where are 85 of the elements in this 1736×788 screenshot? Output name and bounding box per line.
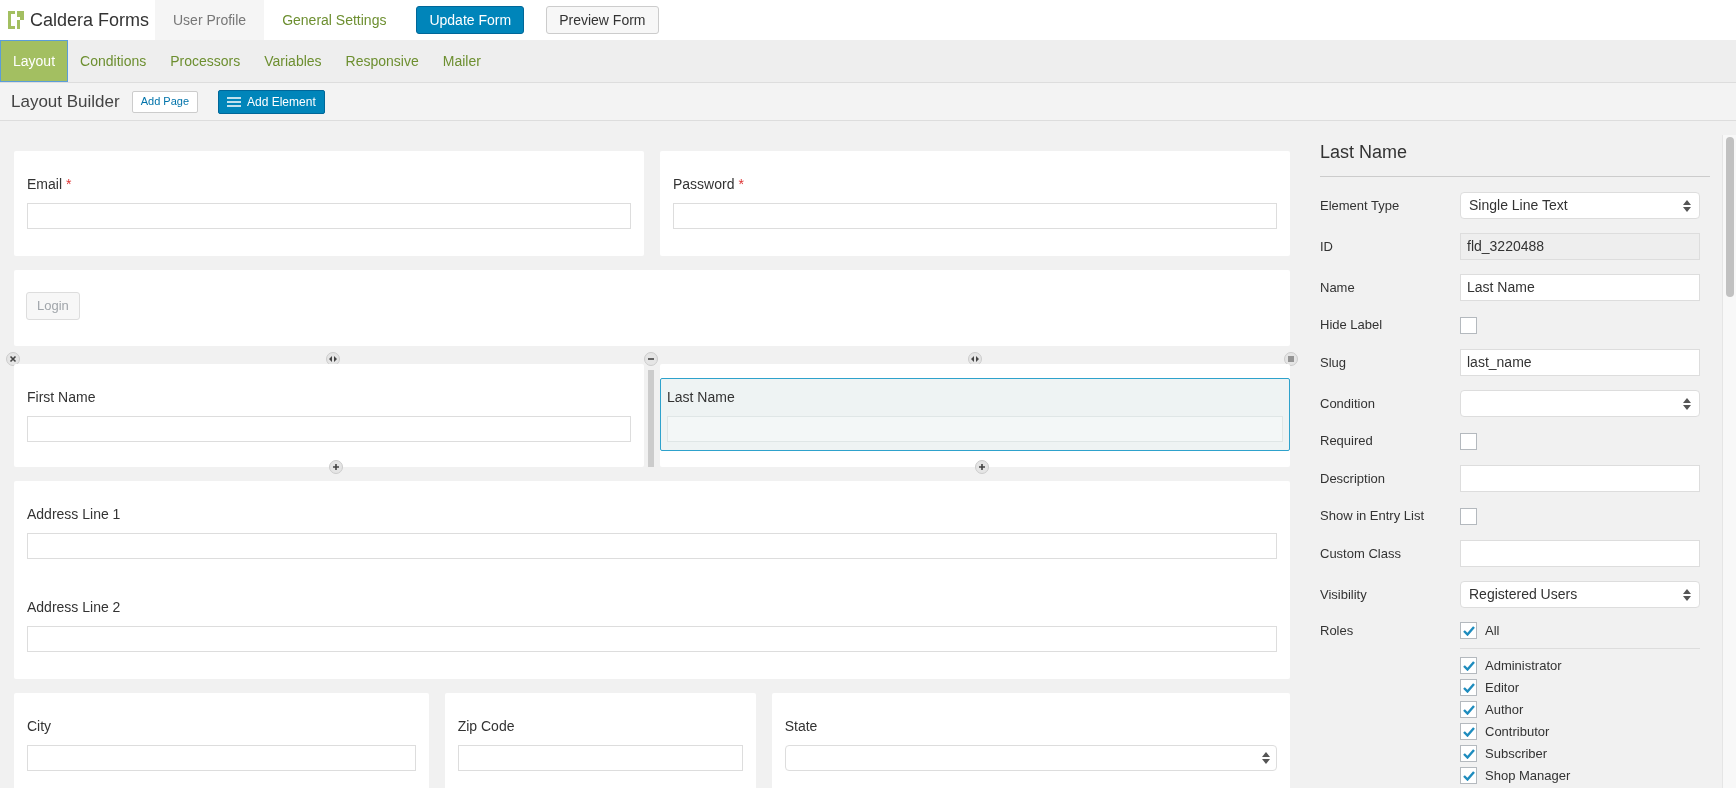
- field-label: Last Name: [667, 389, 735, 405]
- field-label: Address Line 1: [27, 506, 121, 522]
- input-field[interactable]: [1460, 465, 1700, 492]
- checkbox-label: Administrator: [1485, 656, 1562, 675]
- required-mark: *: [66, 176, 72, 192]
- setting-label: ID: [1320, 237, 1334, 256]
- remove-column-icon[interactable]: [644, 352, 658, 366]
- select-field[interactable]: [784, 745, 1277, 771]
- field-label: Address Line 2: [27, 599, 121, 615]
- panel-title: Last Name: [1320, 139, 1710, 177]
- preview-button[interactable]: Preview Form: [546, 6, 659, 34]
- id-field: fld_3220488: [1460, 233, 1700, 260]
- input-field[interactable]: [673, 203, 1277, 229]
- select-arrows-icon: [1683, 397, 1691, 410]
- checkbox[interactable]: [1460, 679, 1477, 696]
- input-field[interactable]: [1460, 540, 1700, 567]
- checkbox-label: Shop Manager: [1485, 766, 1571, 785]
- checkbox-label: Author: [1485, 700, 1524, 719]
- checkmark-icon: [1462, 625, 1475, 636]
- field-label: Password: [673, 176, 735, 192]
- checkbox[interactable]: [1460, 745, 1477, 762]
- setting-label: Roles: [1320, 622, 1355, 640]
- checkbox[interactable]: [1460, 316, 1477, 334]
- add-field-icon[interactable]: [975, 460, 989, 474]
- checkbox[interactable]: [1460, 432, 1477, 450]
- add-page-button[interactable]: Add Page: [131, 90, 198, 113]
- setting-label: Show in Entry List: [1320, 507, 1426, 526]
- input-field[interactable]: [27, 626, 1277, 652]
- setting-label: Element Type: [1320, 196, 1401, 215]
- setting-label: Name: [1320, 278, 1356, 297]
- setting-label: Hide Label: [1320, 316, 1384, 335]
- field-card[interactable]: Last Name: [660, 378, 1290, 451]
- setting-label: Condition: [1320, 394, 1376, 413]
- checkbox-label: All: [1485, 622, 1500, 640]
- builder-title: Layout Builder: [11, 90, 120, 113]
- select-arrows-icon: [1683, 199, 1691, 212]
- select-arrows-icon: [1262, 752, 1270, 764]
- checkbox[interactable]: [1460, 701, 1477, 718]
- field-label: Email: [27, 176, 62, 192]
- scrollbar-thumb[interactable]: [1725, 137, 1734, 297]
- input-field[interactable]: [27, 203, 631, 229]
- checkbox[interactable]: [1460, 507, 1477, 525]
- select-field[interactable]: [1460, 390, 1700, 417]
- checkbox-label: Subscriber: [1485, 744, 1548, 763]
- setting-label: Slug: [1320, 353, 1348, 372]
- checkbox[interactable]: [1460, 767, 1477, 784]
- setting-label: Required: [1320, 432, 1374, 451]
- checkmark-icon: [1462, 726, 1475, 737]
- input-field[interactable]: last_name: [1460, 349, 1700, 376]
- add-field-icon[interactable]: [329, 460, 343, 474]
- select-field[interactable]: Registered Users: [1460, 581, 1700, 608]
- nav-tab[interactable]: User Profile: [155, 0, 265, 40]
- remove-row-icon[interactable]: [6, 352, 20, 366]
- update-button[interactable]: Update Form: [416, 6, 525, 34]
- checkbox[interactable]: [1460, 622, 1477, 640]
- checkmark-icon: [1462, 704, 1475, 715]
- checkbox-label: Contributor: [1485, 722, 1550, 741]
- select-field[interactable]: Single Line Text: [1460, 192, 1700, 219]
- checkmark-icon: [1462, 682, 1475, 693]
- field-label: City: [27, 718, 52, 734]
- logo-icon: [8, 11, 24, 29]
- select-arrows-icon: [1683, 588, 1691, 601]
- input-field[interactable]: [457, 745, 743, 771]
- input-field[interactable]: Last Name: [1460, 274, 1700, 301]
- checkmark-icon: [1462, 748, 1475, 759]
- required-mark: *: [738, 176, 744, 192]
- checkmark-icon: [1462, 770, 1475, 781]
- field-label: State: [784, 718, 818, 734]
- checkmark-icon: [1462, 660, 1475, 671]
- checkbox-label: Editor: [1485, 678, 1519, 697]
- input-field[interactable]: [27, 416, 631, 442]
- input-field[interactable]: [27, 745, 416, 771]
- add-element-button[interactable]: Add Element: [218, 89, 325, 114]
- setting-label: Visibility: [1320, 585, 1368, 604]
- field-label: First Name: [27, 389, 96, 405]
- brand-name: Caldera Forms: [30, 8, 150, 32]
- setting-label: Description: [1320, 469, 1387, 488]
- checkbox[interactable]: [1460, 723, 1477, 740]
- checkbox[interactable]: [1460, 657, 1477, 674]
- menu-icon: [227, 96, 241, 107]
- nav-tab[interactable]: General Settings: [264, 0, 405, 40]
- scrollbar[interactable]: [1722, 135, 1736, 788]
- field-label: Zip Code: [457, 718, 515, 734]
- setting-label: Custom Class: [1320, 544, 1402, 563]
- input-field[interactable]: [27, 533, 1277, 559]
